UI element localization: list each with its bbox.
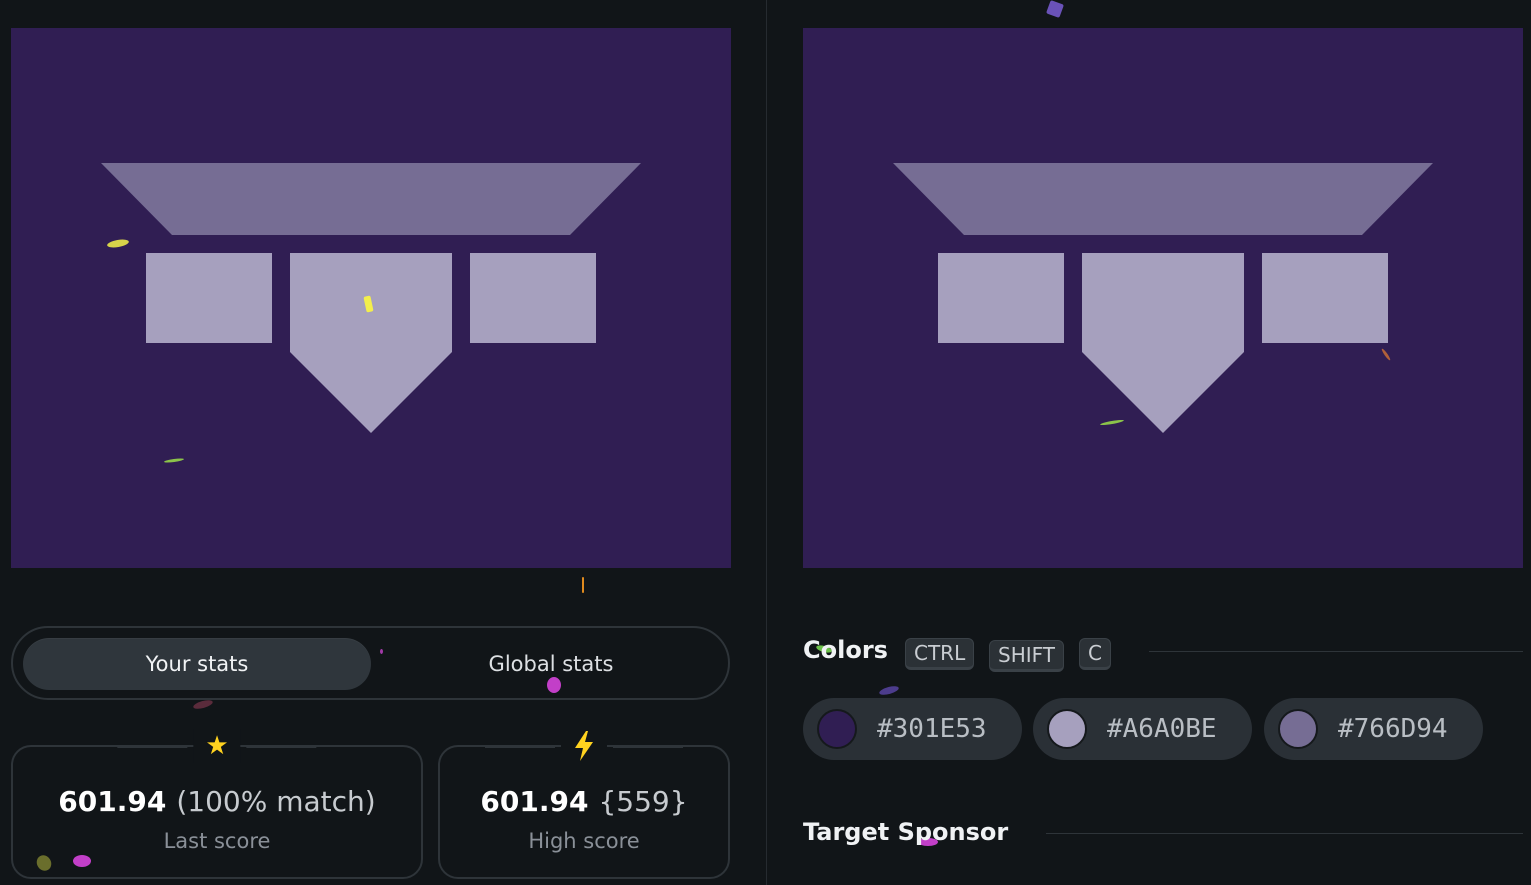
- output-canvas[interactable]: [11, 28, 731, 568]
- pentagon-shape: [290, 253, 452, 433]
- high-score-card: 601.94 {559} High score: [438, 729, 730, 879]
- color-hex: #A6A0BE: [1107, 714, 1217, 744]
- last-score-label: Last score: [163, 829, 271, 853]
- high-score-label: High score: [528, 829, 640, 853]
- last-score-match: (100% match): [176, 785, 376, 818]
- confetti-piece: [582, 577, 584, 593]
- stats-toggle: Your stats Global stats: [11, 626, 730, 700]
- target-drawing: [893, 163, 1433, 433]
- trapezoid-shape: [893, 163, 1433, 235]
- color-swatch[interactable]: #766D94: [1264, 698, 1483, 760]
- confetti-piece: [1046, 0, 1064, 18]
- color-dot: [1047, 709, 1087, 749]
- high-score-rank: {559}: [598, 785, 688, 818]
- right-rect-shape: [470, 253, 596, 343]
- shortcut-key-c: C: [1079, 638, 1111, 670]
- high-score-value: 601.94: [480, 785, 589, 818]
- panel-divider: [766, 0, 767, 885]
- sponsor-divider: [1046, 833, 1523, 834]
- shortcut-key-ctrl: CTRL: [905, 638, 975, 670]
- confetti-piece: [192, 698, 214, 711]
- colors-heading: Colors: [803, 636, 888, 664]
- left-rect-shape: [146, 253, 272, 343]
- last-score-value: 601.94: [58, 785, 167, 818]
- tab-global-stats[interactable]: Global stats: [378, 638, 724, 690]
- confetti-piece: [878, 684, 900, 697]
- color-hex: #301E53: [877, 714, 987, 744]
- lightning-icon: [485, 729, 683, 763]
- color-swatch[interactable]: #A6A0BE: [1033, 698, 1252, 760]
- last-score-card: ★ 601.94 (100% match) Last score: [11, 729, 423, 879]
- star-icon: ★: [116, 729, 318, 763]
- color-hex: #766D94: [1338, 714, 1448, 744]
- high-score-value-row: 601.94 {559}: [440, 785, 728, 818]
- colors-divider: [1149, 651, 1523, 652]
- target-canvas: [803, 28, 1523, 568]
- right-rect-shape: [1262, 253, 1388, 343]
- trapezoid-shape: [101, 163, 641, 235]
- left-rect-shape: [938, 253, 1064, 343]
- target-sponsor-heading: Target Sponsor: [803, 818, 1009, 846]
- shortcut-key-shift: SHIFT: [989, 640, 1065, 672]
- color-dot: [1278, 709, 1318, 749]
- last-score-value-row: 601.94 (100% match): [13, 785, 421, 818]
- color-swatch[interactable]: #301E53: [803, 698, 1022, 760]
- pentagon-shape: [1082, 253, 1244, 433]
- tab-your-stats[interactable]: Your stats: [23, 638, 371, 690]
- color-dot: [817, 709, 857, 749]
